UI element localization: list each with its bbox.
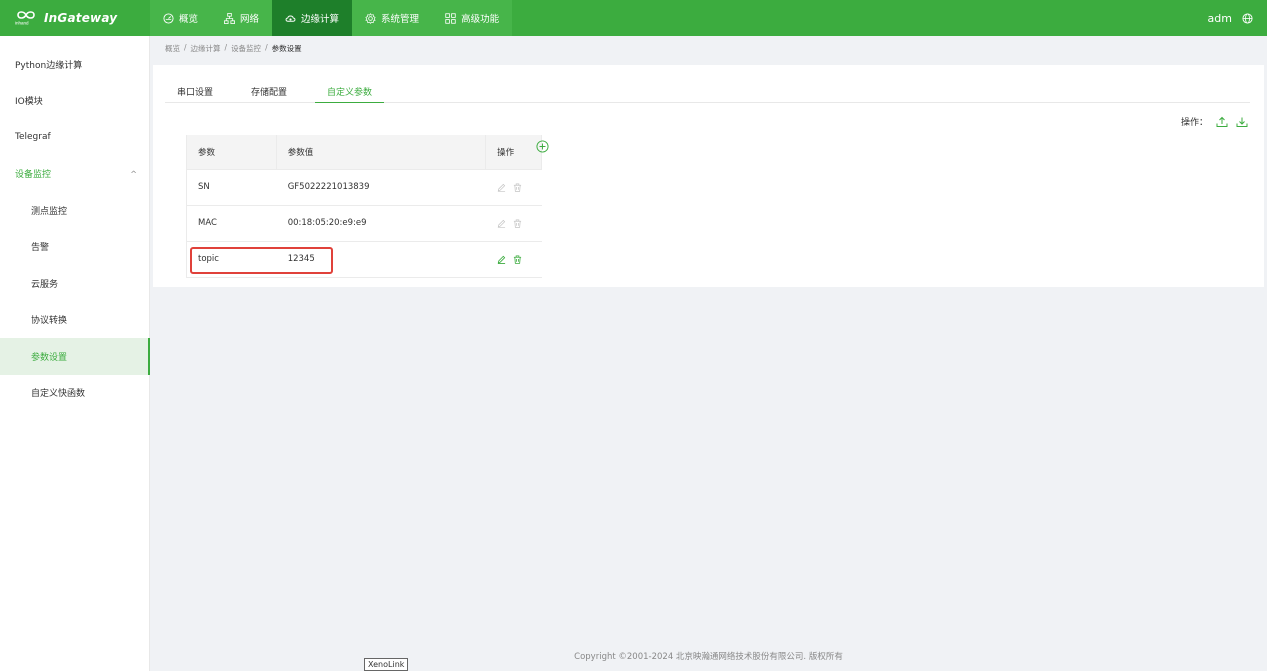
tab-custom-params[interactable]: 自定义参数 [315,79,385,103]
sidebar-item-io-module[interactable]: IO模块 [0,83,149,120]
sidebar-item-device-monitor[interactable]: 设备监控 ^ [0,156,149,193]
upload-icon[interactable] [1216,116,1228,128]
delete-icon[interactable] [513,183,522,192]
cloud-icon [285,15,296,22]
actions-cell [485,169,542,206]
nav-label: 高级功能 [461,14,500,25]
sidebar-item-label: IO模块 [15,97,43,108]
nav-network[interactable]: 网络 [211,0,272,36]
globe-icon[interactable] [1242,12,1253,24]
user-name[interactable]: adm [1208,12,1232,25]
brand-name: InGateway [44,11,118,25]
param-name-cell: MAC [186,205,277,242]
sidebar-item-label: Telegraf [15,132,51,143]
param-value-cell: 00:18:05:20:e9:e9 [276,205,486,242]
sidebar-item-label: 设备监控 [15,170,52,181]
nav-label: 边缘计算 [301,14,340,25]
breadcrumb-separator: / [265,43,268,52]
footer-copyright: Copyright ©2001-2024 北京映瀚通网络技术股份有限公司. 版权… [574,652,843,662]
sidebar-item-custom-functions[interactable]: 自定义快函数 [0,375,149,412]
nav-label: 网络 [240,14,260,25]
breadcrumb: 概览 / 边缘计算 / 设备监控 / 参数设置 [165,43,302,54]
sidebar-item-cloud-service[interactable]: 云服务 [0,265,149,302]
chevron-up-icon: ^ [130,169,137,179]
brand[interactable]: inhand InGateway [0,0,150,36]
edit-icon[interactable] [497,219,506,228]
sidebar-item-point-monitor[interactable]: 测点监控 [0,192,149,229]
param-value-cell: GF5022221013839 [276,169,486,206]
table-row: MAC 00:18:05:20:e9:e9 [186,205,542,242]
tab-label: 存储配置 [251,88,288,98]
main-nav: 概览 网络 边缘计算 系统管理 高级功能 [150,0,513,36]
column-header-param: 参数 [186,135,277,170]
column-header-value: 参数值 [276,135,487,170]
operations-bar: 操作： [1181,115,1248,128]
sidebar-item-label: 自定义快函数 [31,389,86,400]
param-name-cell: SN [186,169,277,206]
dashboard-icon [163,12,174,24]
sidebar-item-alarm[interactable]: 告警 [0,229,149,266]
operations-label: 操作： [1180,118,1208,128]
nav-edge-computing[interactable]: 边缘计算 [272,0,353,36]
actions-cell [485,241,542,278]
sidebar-item-label: Python边缘计算 [15,60,83,71]
tab-bar: 串口设置 存储配置 自定义参数 [165,79,1250,103]
sidebar-item-label: 云服务 [31,279,59,290]
edit-icon[interactable] [497,255,506,264]
breadcrumb-item[interactable]: 概览 [165,43,180,54]
breadcrumb-current: 参数设置 [271,44,302,53]
tab-storage-config[interactable]: 存储配置 [239,79,299,103]
sidebar: Python边缘计算 IO模块 Telegraf 设备监控 ^ 测点监控 告警 云… [0,36,150,671]
gear-icon [365,12,376,24]
sidebar-item-protocol-conversion[interactable]: 协议转换 [0,302,149,339]
tooltip: XenoLink [364,658,409,671]
nav-advanced[interactable]: 高级功能 [432,0,512,36]
breadcrumb-item[interactable]: 设备监控 [231,43,261,54]
svg-text:inhand: inhand [15,21,29,26]
delete-icon[interactable] [513,219,522,228]
sidebar-item-label: 协议转换 [31,316,68,327]
tab-serial-settings[interactable]: 串口设置 [165,79,225,103]
sidebar-item-label: 告警 [31,243,50,254]
nav-overview[interactable]: 概览 [150,0,211,36]
download-icon[interactable] [1236,116,1248,128]
grid-icon [445,12,456,24]
breadcrumb-item[interactable]: 边缘计算 [191,43,221,54]
table-row: SN GF5022221013839 [186,169,542,206]
sidebar-item-label: 参数设置 [31,352,68,363]
user-area: adm [1208,0,1253,36]
highlight-box [190,247,333,274]
tab-label: 串口设置 [177,88,214,98]
edit-icon[interactable] [497,183,506,192]
nav-system-management[interactable]: 系统管理 [352,0,432,36]
table-header-row: 参数 参数值 操作 [186,135,542,170]
top-bar: inhand InGateway 概览 网络 边缘计算 系统管理 高级功能 ad… [0,0,1267,36]
sidebar-item-python[interactable]: Python边缘计算 [0,46,149,83]
sidebar-item-telegraf[interactable]: Telegraf [0,119,149,156]
tab-label: 自定义参数 [327,88,373,98]
network-icon [224,12,235,24]
nav-label: 概览 [179,14,199,25]
actions-cell [485,205,542,242]
breadcrumb-separator: / [184,43,187,52]
inhand-logo-icon: inhand [15,11,35,26]
breadcrumb-separator: / [224,43,228,52]
delete-icon[interactable] [513,254,522,264]
add-circle-icon[interactable] [536,140,549,153]
sidebar-item-label: 测点监控 [31,206,68,217]
sidebar-item-parameter-settings[interactable]: 参数设置 [0,338,150,375]
column-header-actions: 操作 [485,135,542,170]
nav-label: 系统管理 [381,14,420,25]
